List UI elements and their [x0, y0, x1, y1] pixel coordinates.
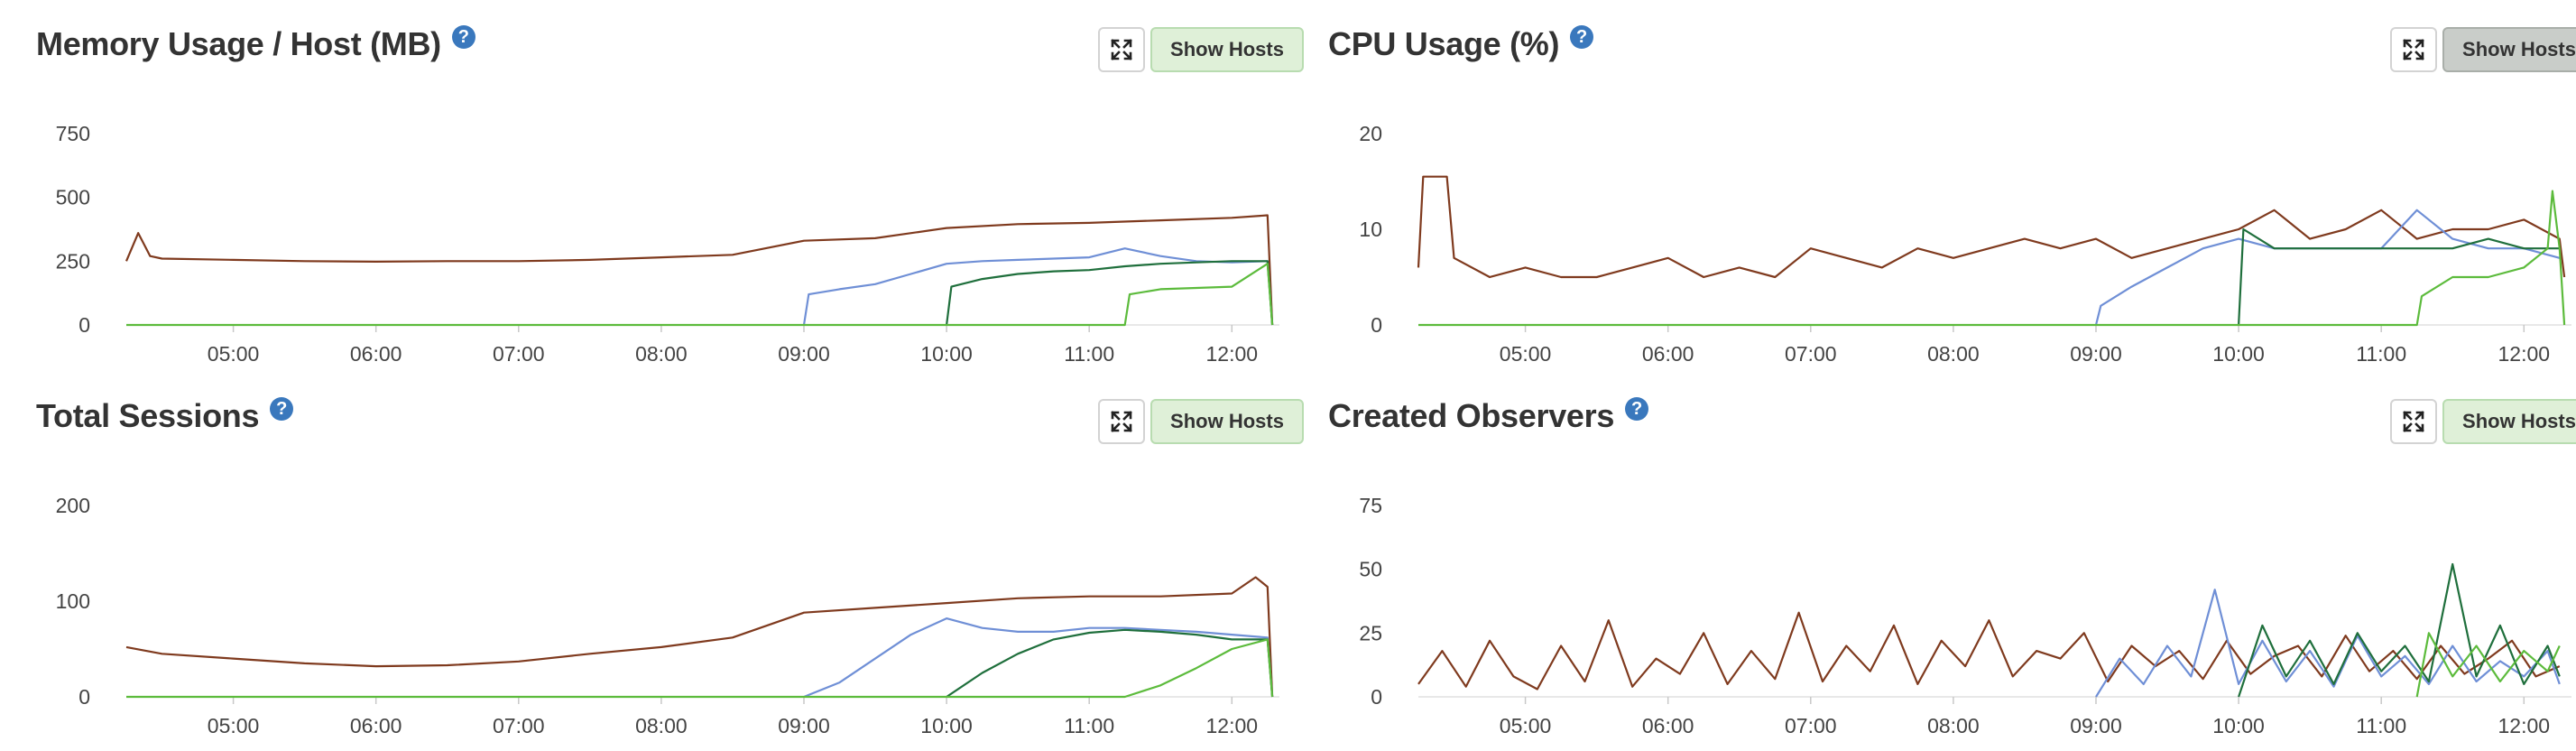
x-tick-label: 07:00	[1785, 714, 1837, 737]
y-tick-label: 75	[1359, 494, 1382, 517]
series-line-1	[125, 576, 1274, 698]
x-tick-label: 06:00	[350, 342, 402, 366]
series-line-4	[126, 638, 1274, 699]
question-circle-icon[interactable]: ?	[270, 397, 294, 421]
question-circle-icon[interactable]: ?	[451, 25, 475, 49]
x-tick-label: 09:00	[2070, 714, 2122, 737]
line-chart: 0 25 50 75 05:00 06:00 07:00 08:00 09:00 10:00 11:…	[1359, 494, 2571, 737]
chart-header: CPU Usage (%) ?	[1328, 25, 1594, 70]
question-circle-icon[interactable]: ?	[1625, 397, 1649, 421]
x-tick-label: 08:00	[1927, 342, 1980, 366]
x-tick-label: 11:00	[1064, 342, 1114, 366]
chart-header: Memory Usage / Host (MB) ?	[36, 25, 475, 70]
y-tick-label: 10	[1359, 218, 1382, 241]
expand-chart-button[interactable]	[1098, 27, 1145, 72]
x-tick-label: 08:00	[1927, 714, 1980, 737]
chart-title: Memory Usage / Host (MB)	[36, 25, 441, 62]
y-tick-label: 0	[1371, 313, 1382, 337]
expand-arrows-icon	[2403, 39, 2424, 60]
expand-arrows-icon	[1111, 39, 1132, 60]
series-line-1	[125, 214, 1274, 326]
x-tick-label: 05:00	[1500, 342, 1552, 366]
show-hosts-button[interactable]: Show Hosts	[1150, 27, 1304, 72]
expand-chart-button[interactable]	[2390, 399, 2437, 444]
chart-panel-created-observers: Created Observers ? Show Hosts 0 25 50 75 05…	[1328, 390, 2576, 751]
chart-panel-memory-usage: Memory Usage / Host (MB) ? Show Hosts 0 2…	[36, 18, 1304, 379]
x-tick-label: 11:00	[2356, 714, 2406, 737]
y-tick-label: 50	[1359, 558, 1382, 581]
expand-arrows-icon	[2403, 411, 2424, 432]
x-tick-label: 12:00	[2498, 714, 2551, 737]
x-tick-label: 12:00	[2498, 342, 2551, 366]
x-tick-label: 08:00	[635, 342, 688, 366]
chart-header: Created Observers ?	[1328, 397, 1649, 442]
expand-chart-button[interactable]	[1098, 399, 1145, 444]
x-tick-label: 07:00	[1785, 342, 1837, 366]
y-tick-label: 500	[56, 186, 90, 209]
show-hosts-button[interactable]: Show Hosts	[2442, 399, 2576, 444]
x-tick-label: 12:00	[1206, 342, 1259, 366]
y-tick-label: 0	[1371, 685, 1382, 709]
y-tick-label: 250	[56, 249, 90, 273]
y-tick-label: 20	[1359, 122, 1382, 145]
show-hosts-button[interactable]: Show Hosts	[2442, 27, 2576, 72]
chart-title: CPU Usage (%)	[1328, 25, 1560, 62]
x-tick-label: 05:00	[1500, 714, 1552, 737]
series-line-4	[1418, 190, 2566, 327]
series-line-4	[126, 263, 1274, 327]
chart-panel-cpu-usage: CPU Usage (%) ? Show Hosts 0 10 20 05:00 06:…	[1328, 18, 2576, 379]
chart-title: Created Observers	[1328, 397, 1615, 434]
x-tick-label: 07:00	[493, 714, 545, 737]
line-chart: 0 100 200 05:00 06:00 07:00 08:00 09:00 10:00 11:…	[56, 494, 1279, 737]
x-tick-label: 10:00	[920, 342, 973, 366]
x-tick-label: 11:00	[2356, 342, 2406, 366]
series-line-2	[803, 617, 1274, 699]
x-tick-label: 12:00	[1206, 714, 1259, 737]
x-tick-label: 09:00	[778, 342, 830, 366]
line-chart: 0 10 20 05:00 06:00 07:00 08:00 09:00 10:00 11:00…	[1359, 122, 2571, 366]
series-line-1	[1417, 175, 2566, 279]
series-line-2	[802, 247, 1274, 326]
y-tick-label: 200	[56, 494, 90, 517]
x-tick-label: 09:00	[778, 714, 830, 737]
expand-chart-button[interactable]	[2390, 27, 2437, 72]
y-tick-label: 750	[56, 122, 90, 145]
chart-title: Total Sessions	[36, 397, 260, 434]
x-tick-label: 05:00	[208, 714, 260, 737]
x-tick-label: 10:00	[2212, 714, 2265, 737]
series-line-2	[2094, 209, 2561, 326]
y-tick-label: 0	[78, 685, 90, 709]
series-line-3	[2238, 227, 2560, 326]
x-tick-label: 06:00	[1642, 342, 1694, 366]
x-tick-label: 05:00	[208, 342, 260, 366]
x-tick-label: 10:00	[2212, 342, 2265, 366]
series-line-3	[946, 260, 1274, 326]
x-tick-label: 10:00	[920, 714, 973, 737]
question-circle-icon[interactable]: ?	[1570, 25, 1594, 49]
series-line-3	[946, 628, 1274, 698]
x-tick-label: 09:00	[2070, 342, 2122, 366]
expand-arrows-icon	[1111, 411, 1132, 432]
x-tick-label: 08:00	[635, 714, 688, 737]
series-line-3	[2238, 562, 2561, 698]
x-tick-label: 11:00	[1064, 714, 1114, 737]
series-line-4	[2415, 632, 2561, 698]
y-tick-label: 0	[78, 313, 90, 337]
chart-panel-total-sessions: Total Sessions ? Show Hosts 0 100 200 05:00…	[36, 390, 1304, 751]
series-line-1	[1417, 611, 2561, 691]
chart-header: Total Sessions ?	[36, 397, 294, 442]
y-tick-label: 25	[1359, 621, 1382, 644]
line-chart: 0 250 500 750 05:00 06:00 07:00 08:00 09:00 10:00…	[56, 122, 1279, 366]
x-tick-label: 06:00	[350, 714, 402, 737]
x-tick-label: 06:00	[1642, 714, 1694, 737]
series-line-2	[2095, 589, 2561, 698]
show-hosts-button[interactable]: Show Hosts	[1150, 399, 1304, 444]
x-tick-label: 07:00	[493, 342, 545, 366]
y-tick-label: 100	[56, 589, 90, 613]
